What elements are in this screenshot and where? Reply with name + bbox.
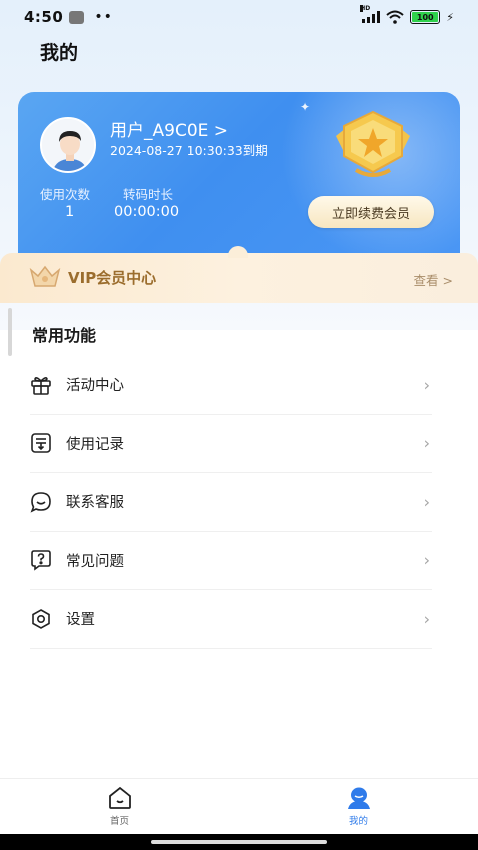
page-title: 我的 [40, 42, 79, 64]
signal-icon: HD [360, 5, 381, 23]
settings-icon [30, 608, 52, 630]
chevron-right-icon: › [423, 433, 430, 453]
nav-label-home: 首页 [109, 816, 129, 827]
usage-count-value: 1 [65, 204, 75, 220]
vip-star-badge-icon [336, 110, 410, 177]
charging-icon: ⚡ [446, 10, 454, 24]
member-card: ✦ 用户_A9C0E > 2024-08-27 10:30:33到期 使用次数 … [18, 92, 460, 270]
notification-dots: •• [94, 9, 113, 25]
chat-icon [30, 491, 52, 513]
chevron-right-icon: › [423, 492, 430, 512]
system-gesture-bar [0, 834, 478, 850]
menu-item-activity-center[interactable]: 活动中心 › [30, 356, 432, 415]
status-bar: 4:50 •• HD 100 ⚡ [0, 0, 478, 34]
battery-level: 100 [416, 12, 434, 22]
sparkle-icon: ✦ [299, 100, 310, 114]
vip-center-banner[interactable]: VIP会员中心 查看 > [0, 246, 478, 303]
home-indicator[interactable] [151, 840, 327, 844]
scroll-indicator [8, 308, 12, 356]
status-right: HD 100 ⚡ [360, 5, 454, 24]
renew-membership-button[interactable]: 立即续费会员 [308, 196, 434, 228]
nav-tab-home[interactable]: 首页 [0, 779, 239, 834]
menu-item-usage-record[interactable]: 使用记录 › [30, 415, 432, 473]
chevron-right-icon: › [423, 375, 430, 395]
chevron-right-icon: › [423, 550, 430, 570]
nav-label-mine: 我的 [348, 816, 368, 827]
record-icon [30, 432, 52, 454]
menu-item-settings[interactable]: 设置 › [30, 590, 432, 649]
home-icon [108, 786, 131, 809]
nav-tab-mine[interactable]: 我的 [239, 779, 478, 834]
menu-item-faq[interactable]: 常见问题 › [30, 532, 432, 590]
menu-item-label: 活动中心 [66, 378, 124, 395]
bottom-navigation: 首页 我的 [0, 778, 478, 834]
profile-icon [347, 787, 370, 809]
question-icon [30, 549, 52, 571]
status-time: 4:50 [24, 8, 64, 26]
transcode-time-value: 00:00:00 [114, 204, 180, 220]
menu-item-label: 使用记录 [66, 436, 124, 453]
wrench-icon [69, 10, 85, 24]
battery-icon: 100 [410, 10, 441, 24]
wifi-icon [386, 10, 404, 24]
avatar[interactable] [40, 117, 96, 173]
menu-item-label: 设置 [66, 612, 95, 629]
membership-expire: 2024-08-27 10:30:33到期 [110, 143, 268, 158]
transcode-time-label: 转码时长 [123, 187, 174, 202]
usage-count-label: 使用次数 [40, 187, 91, 202]
vip-center-label: VIP会员中心 [68, 269, 157, 287]
gift-icon [30, 374, 52, 396]
menu-item-contact-support[interactable]: 联系客服 › [30, 473, 432, 532]
vip-crown-icon [29, 265, 61, 287]
vip-view-link[interactable]: 查看 > [414, 270, 453, 289]
section-title: 常用功能 [32, 326, 97, 345]
menu-list: 活动中心 › 使用记录 › 联系客服 › 常见问题 › 设置 › [30, 356, 432, 649]
chevron-right-icon: › [423, 609, 430, 629]
menu-item-label: 常见问题 [66, 553, 124, 570]
menu-item-label: 联系客服 [66, 495, 124, 512]
user-name-link[interactable]: 用户_A9C0E > [110, 116, 228, 141]
